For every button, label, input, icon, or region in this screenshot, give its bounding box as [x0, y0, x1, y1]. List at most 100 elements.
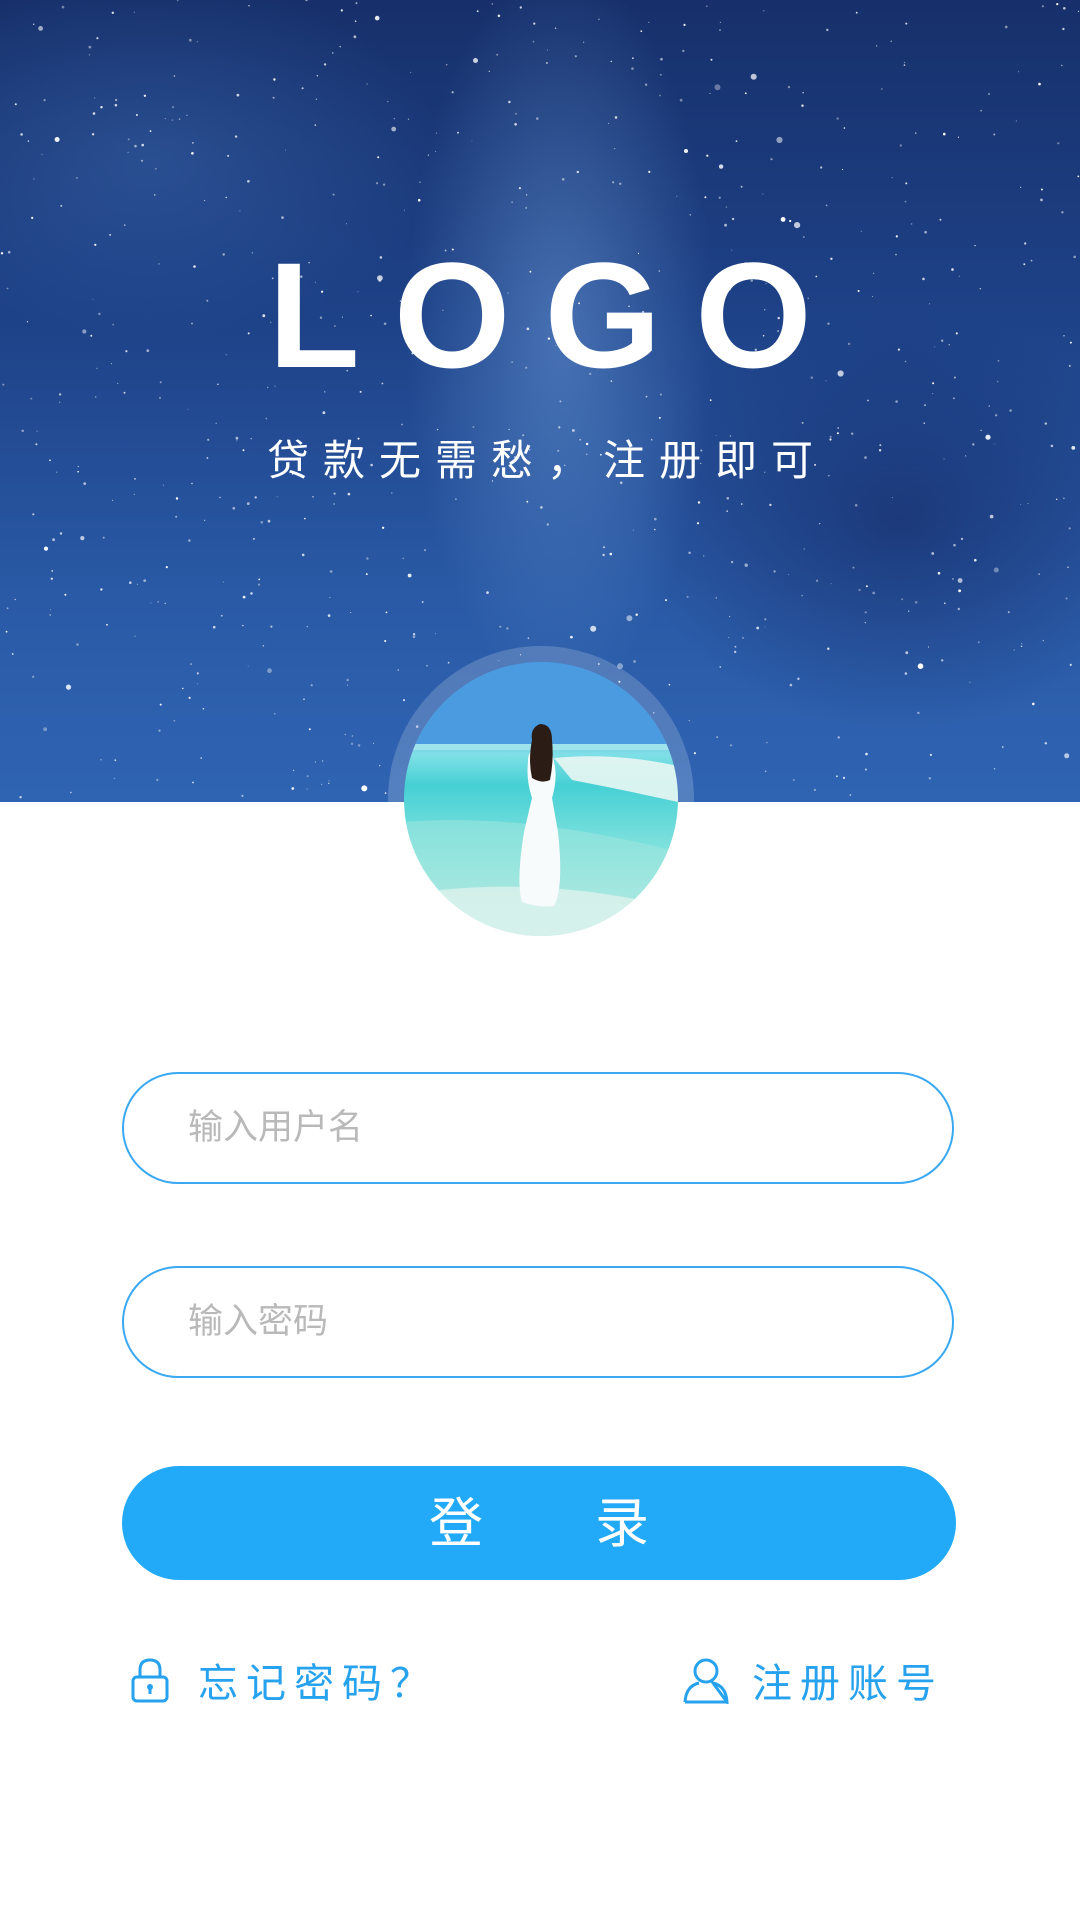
star	[445, 63, 448, 66]
forgot-password-label: 忘记密码？	[198, 1661, 438, 1707]
star	[346, 223, 348, 225]
star	[576, 170, 579, 174]
star	[710, 58, 713, 61]
star	[703, 555, 705, 557]
star	[173, 719, 176, 722]
star	[876, 45, 878, 47]
star	[1038, 82, 1041, 86]
star	[65, 684, 72, 690]
star	[346, 678, 350, 682]
star	[248, 5, 250, 7]
star	[419, 181, 421, 183]
star	[864, 611, 867, 614]
star	[905, 651, 909, 655]
star	[570, 635, 573, 639]
star	[114, 759, 117, 762]
star	[355, 2, 358, 5]
star	[676, 195, 678, 197]
star	[865, 752, 868, 756]
star	[427, 154, 429, 156]
star	[242, 624, 244, 627]
star	[51, 570, 53, 572]
star	[762, 193, 764, 195]
star	[265, 417, 268, 420]
star	[957, 578, 963, 583]
star	[939, 218, 942, 221]
star	[196, 672, 199, 675]
star	[382, 183, 386, 186]
star	[379, 765, 381, 767]
star	[5, 630, 8, 633]
star	[574, 55, 577, 58]
star	[314, 761, 317, 763]
star	[506, 627, 509, 630]
star	[19, 796, 22, 799]
star	[1020, 186, 1022, 188]
forgot-password-link[interactable]: 忘记密码？	[130, 1648, 438, 1712]
star	[106, 623, 108, 626]
star	[514, 123, 517, 126]
star	[744, 92, 747, 95]
login-button[interactable]: 登录	[122, 1466, 956, 1580]
star	[632, 529, 635, 531]
star	[350, 742, 354, 745]
star	[1040, 188, 1043, 191]
star	[820, 166, 823, 169]
star	[133, 11, 135, 13]
star	[64, 593, 67, 596]
star	[1042, 639, 1045, 642]
star	[837, 736, 840, 739]
star	[980, 429, 982, 432]
star	[497, 14, 501, 18]
star	[825, 204, 828, 207]
star	[306, 775, 309, 778]
star	[328, 780, 330, 782]
star	[329, 596, 331, 599]
star	[123, 391, 126, 394]
star	[1044, 742, 1048, 745]
star	[314, 124, 317, 126]
star	[186, 114, 188, 117]
star	[849, 794, 852, 796]
star	[610, 60, 613, 63]
star	[977, 641, 980, 644]
star	[729, 616, 731, 618]
star	[731, 217, 735, 221]
star	[247, 665, 249, 667]
star	[308, 728, 311, 731]
star	[931, 552, 935, 555]
star	[113, 777, 116, 780]
star	[159, 397, 161, 399]
star	[340, 9, 343, 12]
star	[709, 399, 712, 402]
star	[397, 669, 399, 671]
password-input[interactable]	[188, 1268, 928, 1376]
star	[608, 123, 610, 125]
star	[684, 149, 688, 153]
star	[858, 588, 861, 592]
star	[917, 663, 924, 669]
star	[659, 73, 662, 76]
star	[165, 566, 168, 569]
star	[391, 126, 397, 132]
register-link[interactable]: 注册账号	[682, 1648, 944, 1712]
star	[957, 607, 960, 611]
star	[316, 75, 319, 77]
star	[905, 182, 908, 185]
star	[827, 647, 830, 650]
star	[905, 22, 908, 25]
avatar[interactable]	[404, 662, 678, 936]
star	[109, 234, 111, 236]
star	[129, 581, 132, 584]
star	[351, 735, 354, 737]
star	[21, 429, 25, 433]
star	[134, 635, 136, 637]
star	[730, 560, 734, 564]
star	[648, 21, 650, 23]
star	[112, 499, 114, 501]
star	[867, 399, 869, 402]
username-input[interactable]	[188, 1074, 928, 1182]
star	[157, 601, 159, 603]
star	[212, 625, 216, 629]
star	[177, 0, 179, 2]
